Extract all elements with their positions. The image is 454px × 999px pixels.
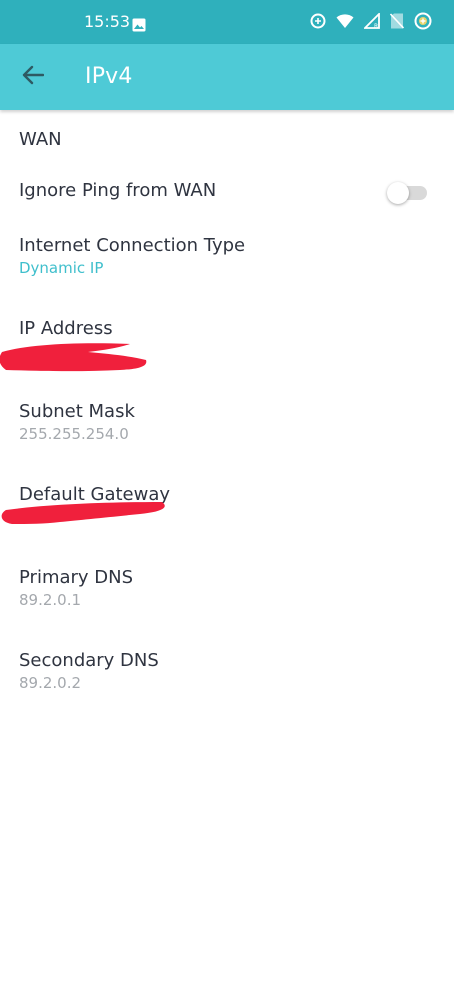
no-sim-icon xyxy=(389,13,405,33)
page-title: IPv4 xyxy=(85,64,133,89)
ip-address-label: IP Address xyxy=(19,318,113,339)
arrow-left-icon xyxy=(22,65,45,89)
image-icon xyxy=(132,17,146,36)
toggle-knob xyxy=(387,182,409,204)
ip-address-redaction xyxy=(0,343,147,372)
status-time: 15:53 xyxy=(84,12,131,31)
subnet-mask-value: 255.255.254.0 xyxy=(19,425,129,443)
default-gateway-label: Default Gateway xyxy=(19,484,171,505)
connection-type-label: Internet Connection Type xyxy=(19,235,246,256)
status-icons: R xyxy=(310,11,432,34)
signal-icon: R xyxy=(362,11,380,33)
ignore-ping-toggle[interactable] xyxy=(385,182,429,204)
ignore-ping-label: Ignore Ping from WAN xyxy=(19,180,217,201)
primary-dns-label: Primary DNS xyxy=(19,567,134,588)
status-bar: 15:53 R xyxy=(0,0,454,44)
section-header-wan: WAN xyxy=(19,129,62,150)
secondary-dns-label: Secondary DNS xyxy=(19,650,159,671)
primary-dns-value: 89.2.0.1 xyxy=(19,591,82,609)
data-saver-icon xyxy=(310,13,326,33)
subnet-mask-label: Subnet Mask xyxy=(19,401,135,422)
connection-type-value: Dynamic IP xyxy=(19,259,104,277)
wifi-icon xyxy=(336,13,354,33)
app-bar: IPv4 xyxy=(0,44,454,110)
battery-icon xyxy=(414,12,432,34)
secondary-dns-value: 89.2.0.2 xyxy=(19,674,82,692)
back-button[interactable] xyxy=(14,58,52,96)
svg-text:R: R xyxy=(374,23,378,29)
